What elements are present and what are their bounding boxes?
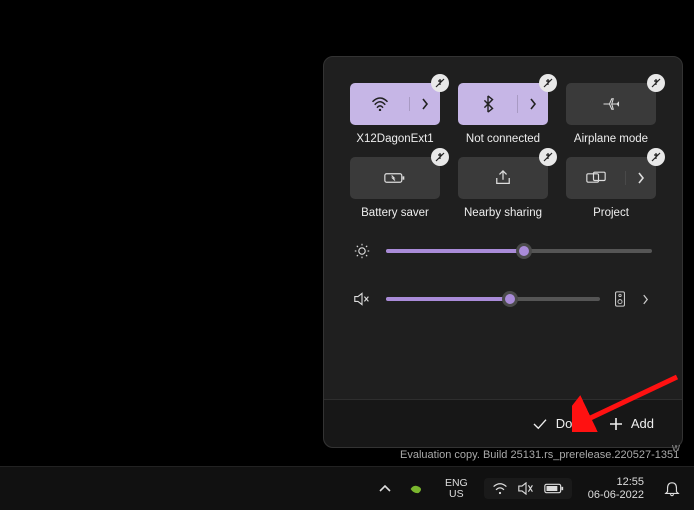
add-label: Add bbox=[631, 416, 654, 431]
tile-bluetooth-label: Not connected bbox=[466, 133, 540, 145]
audio-output-icon[interactable] bbox=[614, 291, 628, 307]
wifi-tray-icon bbox=[492, 483, 508, 495]
check-icon bbox=[532, 418, 548, 430]
evaluation-watermark: Evaluation copy. Build 25131.rs_prerelea… bbox=[400, 449, 679, 461]
unpin-project[interactable] bbox=[647, 148, 665, 166]
quick-settings-footer: Done Add bbox=[324, 399, 682, 447]
volume-mute-icon bbox=[354, 292, 372, 306]
wifi-expand[interactable] bbox=[410, 98, 440, 110]
quick-settings-panel: X12DagonExt1 Not connected bbox=[323, 56, 683, 448]
tile-airplane[interactable] bbox=[566, 83, 656, 125]
tile-battery-label: Battery saver bbox=[361, 207, 429, 219]
battery-saver-icon bbox=[384, 171, 406, 185]
brightness-row bbox=[354, 243, 652, 259]
project-icon bbox=[566, 171, 626, 185]
quick-settings-grid: X12DagonExt1 Not connected bbox=[324, 57, 682, 223]
tile-wifi-wrap: X12DagonExt1 bbox=[350, 83, 440, 145]
tile-battery-saver[interactable] bbox=[350, 157, 440, 199]
bluetooth-expand[interactable] bbox=[518, 98, 548, 110]
airplane-icon bbox=[602, 96, 620, 112]
nvidia-tray-icon[interactable] bbox=[405, 467, 429, 510]
language-switcher[interactable]: ENG US bbox=[439, 478, 474, 499]
done-label: Done bbox=[556, 416, 587, 431]
tile-nearby-label: Nearby sharing bbox=[464, 207, 542, 219]
tile-nearby-sharing[interactable] bbox=[458, 157, 548, 199]
watermark-w: w bbox=[672, 442, 680, 454]
tile-wifi[interactable] bbox=[350, 83, 440, 125]
bluetooth-icon bbox=[458, 95, 518, 113]
lang-bottom: US bbox=[449, 489, 464, 500]
clock-date: 06-06-2022 bbox=[588, 489, 644, 502]
tray-overflow-chevron[interactable] bbox=[375, 467, 395, 510]
tile-project[interactable] bbox=[566, 157, 656, 199]
project-expand[interactable] bbox=[626, 172, 656, 184]
tile-project-wrap: Project bbox=[566, 157, 656, 219]
unpin-bluetooth[interactable] bbox=[539, 74, 557, 92]
volume-slider[interactable] bbox=[386, 297, 600, 301]
volume-row bbox=[354, 291, 652, 307]
tile-airplane-label: Airplane mode bbox=[574, 133, 648, 145]
unpin-nearby[interactable] bbox=[539, 148, 557, 166]
unpin-battery[interactable] bbox=[431, 148, 449, 166]
tile-bluetooth-wrap: Not connected bbox=[458, 83, 548, 145]
tile-nearby-wrap: Nearby sharing bbox=[458, 157, 548, 219]
sliders-region bbox=[324, 223, 682, 307]
brightness-icon bbox=[354, 243, 372, 259]
unpin-wifi[interactable] bbox=[431, 74, 449, 92]
taskbar-clock[interactable]: 12:55 06-06-2022 bbox=[582, 476, 650, 501]
lang-top: ENG bbox=[445, 478, 468, 489]
system-tray[interactable] bbox=[484, 478, 572, 499]
clock-time: 12:55 bbox=[616, 476, 644, 489]
volume-tray-icon bbox=[518, 482, 534, 495]
add-button[interactable]: Add bbox=[609, 416, 654, 431]
taskbar: ENG US 12:55 06-06-2022 bbox=[0, 466, 694, 510]
audio-output-expand[interactable] bbox=[642, 294, 652, 305]
plus-icon bbox=[609, 417, 623, 431]
tile-project-label: Project bbox=[593, 207, 629, 219]
battery-tray-icon bbox=[544, 483, 564, 494]
notifications-icon[interactable] bbox=[660, 467, 684, 510]
unpin-airplane[interactable] bbox=[647, 74, 665, 92]
tile-bluetooth[interactable] bbox=[458, 83, 548, 125]
wifi-icon bbox=[350, 97, 410, 111]
share-icon bbox=[494, 170, 512, 186]
tile-wifi-label: X12DagonExt1 bbox=[356, 133, 433, 145]
tile-airplane-wrap: Airplane mode bbox=[566, 83, 656, 145]
done-button[interactable]: Done bbox=[532, 416, 587, 431]
brightness-slider[interactable] bbox=[386, 249, 652, 253]
tile-battery-wrap: Battery saver bbox=[350, 157, 440, 219]
